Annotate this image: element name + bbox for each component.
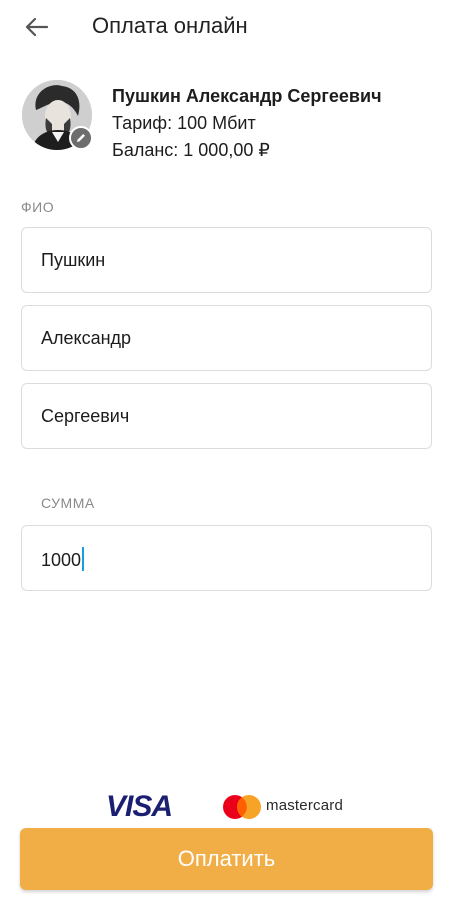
page-title: Оплата онлайн <box>92 13 248 38</box>
fio-label: ФИО <box>21 199 55 215</box>
subscriber-name: Пушкин Александр Сергеевич <box>112 86 382 106</box>
edit-avatar-button[interactable] <box>69 126 93 150</box>
sum-value: 1000 <box>41 550 82 570</box>
sum-input[interactable]: 1000 <box>41 547 85 571</box>
profile-card: Пушкин Александр Сергеевич Тариф: 100 Мб… <box>22 80 432 166</box>
middle-name-field[interactable] <box>21 383 432 449</box>
first-name-field[interactable] <box>21 305 432 371</box>
sum-field[interactable]: 1000 <box>21 525 432 591</box>
mastercard-logo-text: mastercard <box>266 797 344 814</box>
text-caret <box>82 547 85 571</box>
app-header: Оплата онлайн <box>0 0 452 56</box>
last-name-input[interactable] <box>22 228 431 292</box>
tariff-text: Тариф: 100 Мбит <box>112 113 256 133</box>
arrow-left-icon <box>25 17 49 37</box>
sum-label: СУММА <box>41 495 95 511</box>
last-name-field[interactable] <box>21 227 432 293</box>
balance-text: Баланс: 1 000,00 ₽ <box>112 140 270 160</box>
visa-logo: VISA <box>106 790 173 823</box>
pencil-icon <box>77 134 85 142</box>
pay-button[interactable]: Оплатить <box>20 828 433 890</box>
back-button[interactable] <box>20 10 54 44</box>
payment-logos: VISA mastercard <box>0 790 452 826</box>
first-name-input[interactable] <box>22 306 431 370</box>
middle-name-input[interactable] <box>22 384 431 448</box>
mastercard-icon <box>223 795 261 819</box>
